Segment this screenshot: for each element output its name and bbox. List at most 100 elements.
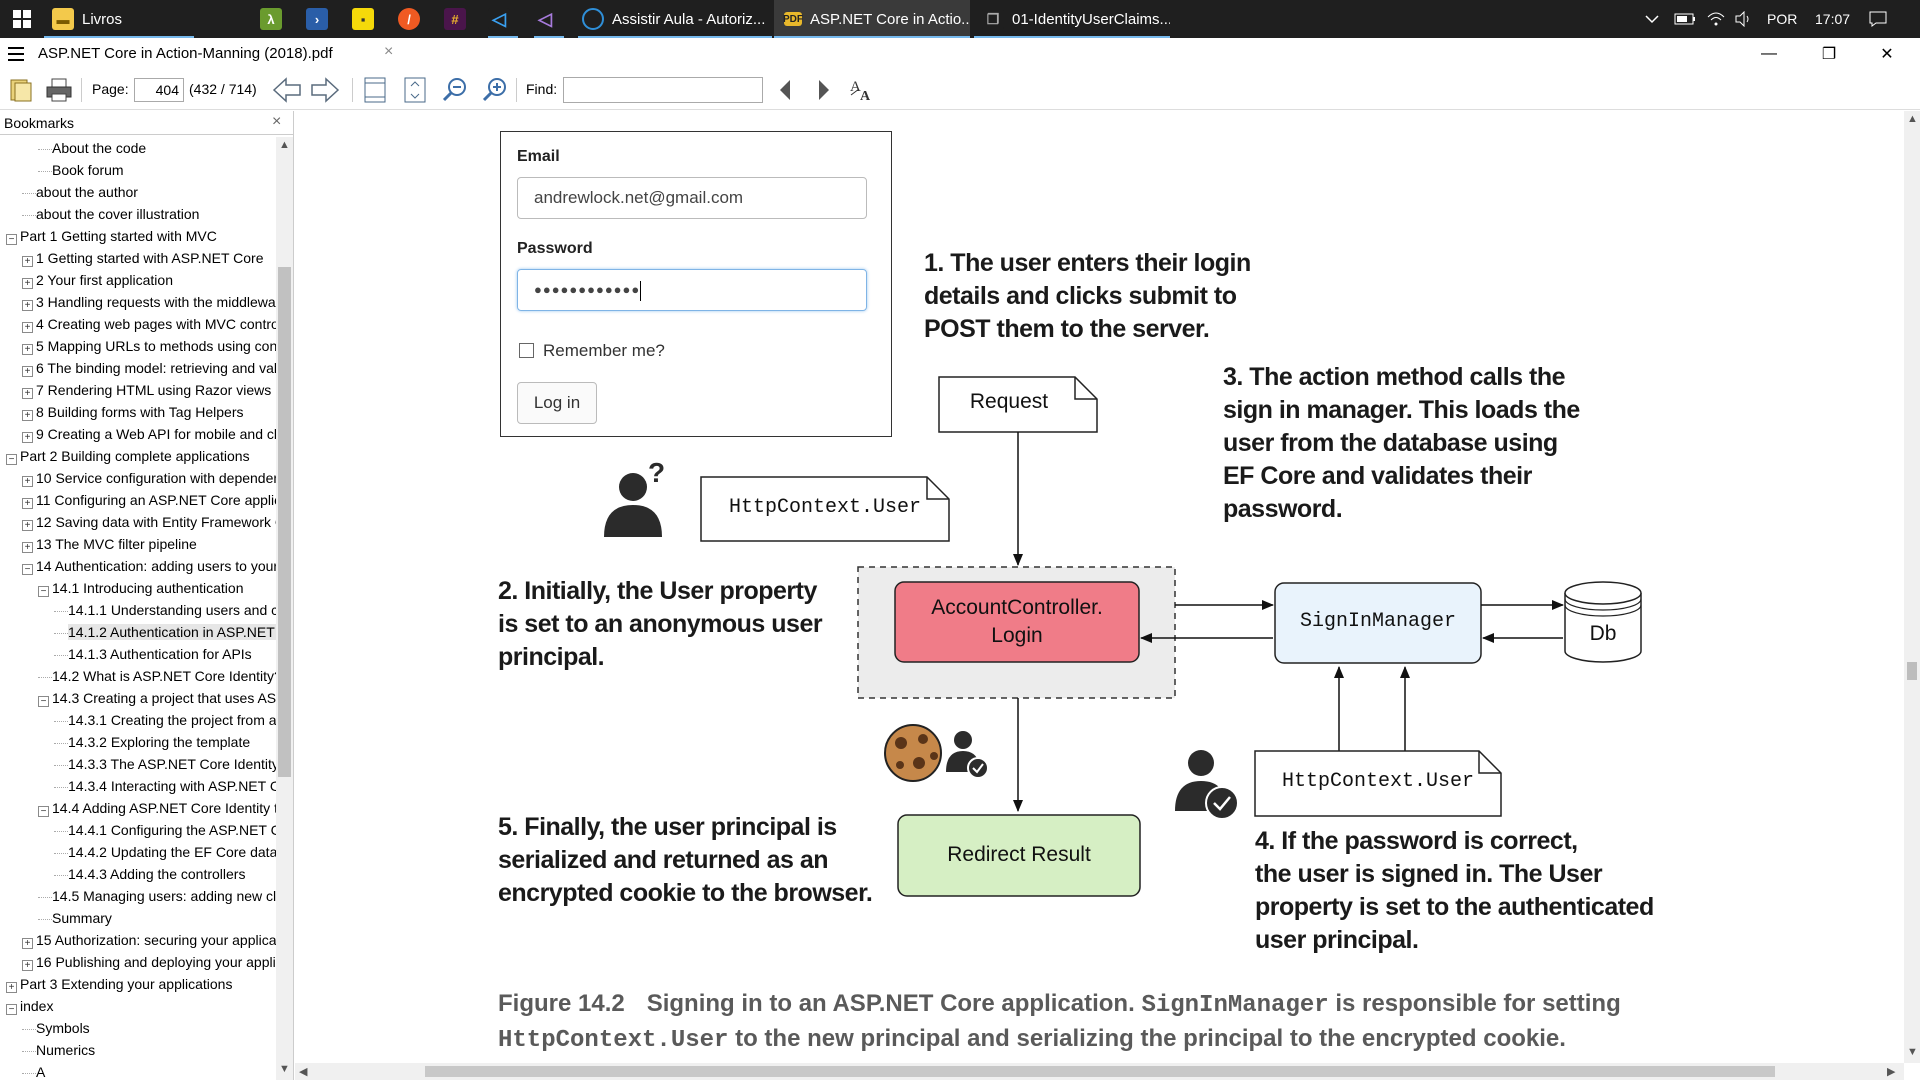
volume-icon[interactable] [1734, 0, 1754, 38]
start-button[interactable] [0, 0, 44, 38]
bookmark-item[interactable]: +1 Getting started with ASP.NET Core [22, 247, 264, 269]
scroll-down-icon[interactable]: ▼ [1907, 1046, 1918, 1058]
bookmark-item[interactable]: Book forum [38, 159, 124, 181]
taskbar-app-vscode[interactable]: ◁ [488, 0, 518, 38]
taskbar-app-slack[interactable]: # [444, 0, 474, 38]
bookmarks-scrollbar[interactable]: ▲ ▼ [276, 137, 293, 1080]
bookmark-item[interactable]: about the cover illustration [22, 203, 199, 225]
expand-icon[interactable]: + [22, 366, 33, 377]
previous-page-icon[interactable] [272, 76, 302, 104]
bookmark-item[interactable]: 14.1.3 Authentication for APIs [54, 643, 252, 665]
close-document-button[interactable]: × [384, 43, 393, 61]
expand-icon[interactable]: + [22, 432, 33, 443]
scroll-down-icon[interactable]: ▼ [279, 1063, 290, 1075]
expand-icon[interactable]: + [22, 300, 33, 311]
bookmark-item[interactable]: +9 Creating a Web API for mobile and cli… [22, 423, 276, 445]
bookmark-item[interactable]: 14.2 What is ASP.NET Core Identity? [38, 665, 276, 687]
bookmark-item[interactable]: +6 The binding model: retrieving and val… [22, 357, 276, 379]
expand-icon[interactable]: + [22, 278, 33, 289]
fit-width-icon[interactable] [400, 76, 430, 104]
bookmarks-scroll-thumb[interactable] [278, 267, 291, 777]
collapse-icon[interactable]: − [38, 586, 49, 597]
expand-icon[interactable]: + [22, 938, 33, 949]
bookmark-item[interactable]: −14.4 Adding ASP.NET Core Identity to an… [38, 797, 276, 819]
clock[interactable]: 17:07 [1815, 0, 1850, 38]
bookmark-item[interactable]: about the author [22, 181, 138, 203]
expand-icon[interactable]: + [22, 344, 33, 355]
bookmark-item[interactable]: 14.5 Managing users: adding new claims [38, 885, 276, 907]
scroll-up-icon[interactable]: ▲ [279, 139, 290, 151]
notifications-icon[interactable] [1868, 0, 1888, 38]
battery-icon[interactable] [1674, 0, 1696, 38]
taskbar-app-browser[interactable]: / [398, 0, 428, 38]
collapse-icon[interactable]: − [6, 234, 17, 245]
language-indicator[interactable]: POR [1767, 0, 1797, 38]
bookmark-item[interactable]: − Part 1 Getting started with MVC [6, 225, 217, 247]
expand-icon[interactable]: + [6, 982, 17, 993]
horizontal-scroll-thumb[interactable] [425, 1066, 1775, 1077]
maximize-button[interactable]: ❐ [1800, 38, 1858, 70]
bookmark-item[interactable]: − index [6, 995, 53, 1017]
expand-icon[interactable]: + [22, 542, 33, 553]
bookmark-item[interactable]: − Part 2 Building complete applications [6, 445, 250, 467]
find-previous-icon[interactable] [770, 76, 800, 104]
bookmark-item[interactable]: 14.3.4 Interacting with ASP.NET Core Ide… [54, 775, 276, 797]
bookmark-item[interactable]: 14.4.2 Updating the EF Core data model [54, 841, 276, 863]
taskbar-app-pdf-reader[interactable]: PDF ASP.NET Core in Actio... [774, 0, 970, 38]
bookmark-item[interactable]: Summary [38, 907, 112, 929]
close-window-button[interactable]: ✕ [1858, 38, 1916, 70]
bookmark-item[interactable]: +15 Authorization: securing your applica… [22, 929, 276, 951]
bookmark-item[interactable]: +8 Building forms with Tag Helpers [22, 401, 244, 423]
bookmark-item[interactable]: +11 Configuring an ASP.NET Core applicat… [22, 489, 276, 511]
print-icon[interactable] [44, 76, 74, 104]
bookmark-item[interactable]: +7 Rendering HTML using Razor views [22, 379, 271, 401]
collapse-icon[interactable]: − [22, 564, 33, 575]
expand-icon[interactable]: + [22, 476, 33, 487]
expand-icon[interactable]: + [22, 520, 33, 531]
bookmark-item[interactable]: +2 Your first application [22, 269, 173, 291]
vertical-scroll-thumb[interactable] [1907, 662, 1917, 680]
collapse-icon[interactable]: − [6, 454, 17, 465]
expand-icon[interactable]: + [22, 498, 33, 509]
bookmark-item[interactable]: About the code [38, 137, 146, 159]
scroll-up-icon[interactable]: ▲ [1907, 113, 1918, 125]
collapse-icon[interactable]: − [38, 696, 49, 707]
collapse-icon[interactable]: − [38, 806, 49, 817]
find-next-icon[interactable] [809, 76, 839, 104]
wifi-icon[interactable] [1706, 0, 1726, 38]
bookmark-item[interactable]: + Part 3 Extending your applications [6, 973, 232, 995]
zoom-in-icon[interactable] [480, 76, 510, 104]
fit-page-icon[interactable] [360, 76, 390, 104]
bookmark-item[interactable]: +3 Handling requests with the middleware… [22, 291, 276, 313]
taskbar-app-edge-aula[interactable]: Assistir Aula - Autoriz... [578, 0, 772, 38]
taskbar-app-lambda[interactable]: λ [260, 0, 290, 38]
close-bookmarks-button[interactable]: × [272, 113, 281, 131]
bookmark-item[interactable]: 14.3.3 The ASP.NET Core Identity data mo… [54, 753, 276, 775]
bookmark-item[interactable]: Symbols [22, 1017, 90, 1039]
open-file-icon[interactable] [6, 76, 36, 104]
expand-icon[interactable]: + [22, 256, 33, 267]
bookmark-item[interactable]: 14.3.1 Creating the project from a templ… [54, 709, 276, 731]
taskbar-app-sticky-notes[interactable]: ▪ [352, 0, 382, 38]
expand-icon[interactable]: + [22, 388, 33, 399]
horizontal-scrollbar[interactable]: ◀ ▶ [295, 1063, 1904, 1080]
menu-icon[interactable] [8, 47, 24, 61]
expand-icon[interactable]: + [22, 960, 33, 971]
taskbar-app-livros[interactable]: ▬ Livros [44, 0, 194, 38]
scroll-right-icon[interactable]: ▶ [1887, 1065, 1895, 1078]
bookmark-item[interactable]: Numerics [22, 1039, 95, 1061]
minimize-button[interactable]: — [1740, 38, 1798, 70]
tray-chevron-icon[interactable] [1644, 0, 1660, 38]
bookmark-item[interactable]: 14.1.1 Understanding users and claims [54, 599, 276, 621]
vertical-scrollbar[interactable]: ▲ ▼ [1904, 111, 1920, 1063]
taskbar-app-visual-studio[interactable]: ◁ [534, 0, 564, 38]
bookmark-item[interactable]: A [22, 1061, 45, 1080]
collapse-icon[interactable]: − [6, 1004, 17, 1015]
bookmark-item[interactable]: −14 Authentication: adding users to your… [22, 555, 276, 577]
bookmark-item[interactable]: −14.3 Creating a project that uses ASP.N… [38, 687, 276, 709]
bookmark-item[interactable]: 14.4.3 Adding the controllers [54, 863, 245, 885]
bookmark-item[interactable]: +16 Publishing and deploying your applic… [22, 951, 276, 973]
bookmark-item[interactable]: +4 Creating web pages with MVC controlle… [22, 313, 276, 335]
zoom-out-icon[interactable] [440, 76, 470, 104]
page-number-input[interactable] [134, 78, 184, 102]
